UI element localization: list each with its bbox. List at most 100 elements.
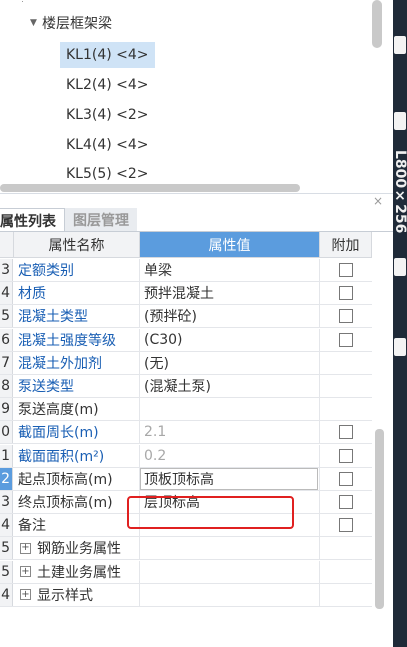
property-name[interactable]: + 显示样式 (14, 583, 140, 606)
row-number: 3 (0, 259, 13, 281)
extra-checkbox[interactable] (339, 286, 353, 301)
property-name-label: 截面周长(m) (18, 425, 99, 442)
extra-checkbox[interactable] (339, 471, 353, 486)
property-vertical-scrollbar[interactable] (375, 429, 384, 609)
property-panel: × 属性列表 图层管理 属性名称 属性值 附加 3 定额类别 单梁 4 材质 预拌混凝土 5… (0, 193, 393, 647)
property-value[interactable]: 顶板顶标高 (140, 467, 320, 490)
property-name-label: 终点顶标高(m) (18, 495, 113, 511)
extra-cell (320, 282, 372, 304)
row-number: 4 (0, 282, 13, 305)
extra-cell (320, 398, 372, 420)
tree-group-label: 楼层框架梁 (42, 16, 112, 32)
property-name[interactable]: + 土建业务属性 (14, 560, 140, 583)
header-property-name: 属性名称 (14, 232, 140, 258)
property-value[interactable]: 0.2 (140, 444, 320, 467)
extra-checkbox[interactable] (339, 263, 353, 277)
property-row[interactable]: 7 混凝土外加剂 (无) (0, 351, 372, 375)
tab-property-list[interactable]: 属性列表 (0, 208, 65, 232)
extra-cell (320, 259, 372, 281)
property-value[interactable] (140, 398, 320, 421)
property-row[interactable]: 4 材质 预拌混凝土 (0, 282, 372, 306)
property-row[interactable]: 5 + 土建业务属性 (0, 560, 372, 584)
extra-cell (320, 584, 372, 606)
property-row[interactable]: 6 混凝土强度等级 (C30) (0, 328, 372, 352)
property-row[interactable]: 0 截面周长(m) 2.1 (0, 421, 372, 445)
caret-down-icon[interactable]: ▼ (30, 18, 42, 28)
tree-item[interactable]: KL3(4) <2> (60, 102, 155, 128)
tree-item[interactable]: KL2(4) <4> (60, 72, 155, 98)
extra-checkbox[interactable] (339, 309, 353, 324)
extra-cell (320, 375, 372, 397)
expand-icon[interactable]: + (20, 542, 31, 554)
extra-cell (320, 561, 372, 583)
extra-cell (320, 421, 372, 443)
property-name: 截面面积(m²) (14, 444, 140, 467)
row-number: 3 (0, 491, 13, 513)
side-toolbar-strip: L800×256 (393, 0, 407, 647)
property-row[interactable]: 9 泵送高度(m) (0, 398, 372, 422)
property-name-label: 混凝土类型 (18, 309, 88, 326)
extra-cell (320, 352, 372, 374)
property-name-label: 混凝土外加剂 (18, 355, 102, 372)
expand-icon[interactable]: + (20, 589, 31, 601)
property-row[interactable]: 5 混凝土类型 (预拌砼) (0, 305, 372, 329)
property-row[interactable]: 4 + 显示样式 (0, 583, 372, 607)
extra-checkbox[interactable] (339, 448, 353, 463)
row-number: 5 (0, 305, 13, 328)
highlight-annotation (127, 496, 294, 529)
tree-item[interactable]: KL4(4) <4> (60, 132, 155, 158)
property-value[interactable] (140, 560, 320, 583)
property-name: 泵送高度(m) (14, 398, 140, 421)
property-name: 备注 (14, 514, 140, 537)
property-name: 材质 (14, 282, 140, 305)
row-number: 5 (0, 560, 13, 583)
side-tab-button[interactable] (394, 36, 406, 54)
side-tab-button[interactable] (394, 112, 406, 130)
extra-cell (320, 491, 372, 513)
extra-cell (320, 445, 372, 467)
property-value[interactable]: 2.1 (140, 421, 320, 444)
tree-group-header[interactable]: ▼ 楼层框架梁 (30, 12, 112, 34)
property-value[interactable] (140, 537, 320, 560)
property-name: 混凝土类型 (14, 305, 140, 328)
extra-cell (320, 514, 372, 536)
property-name-label: 泵送高度(m) (18, 402, 99, 419)
header-extra: 附加 (320, 232, 372, 258)
property-name-label: 钢筋业务属性 (37, 541, 121, 558)
property-name: 起点顶标高(m) (14, 467, 140, 490)
property-value[interactable] (140, 583, 320, 606)
tree-vertical-scrollbar[interactable] (372, 0, 382, 48)
row-number: 0 (0, 421, 13, 444)
row-number: 7 (0, 351, 13, 374)
property-row[interactable]: 5 + 钢筋业务属性 (0, 537, 372, 561)
property-name[interactable]: + 钢筋业务属性 (14, 537, 140, 560)
side-tab-button[interactable] (394, 338, 406, 356)
property-row[interactable]: 8 泵送类型 (混凝土泵) (0, 375, 372, 398)
tab-layer-management[interactable]: 图层管理 (65, 208, 137, 232)
property-value[interactable]: 单梁 (140, 259, 320, 281)
row-number: 6 (0, 328, 13, 351)
side-strip-text: L800×256 (393, 150, 407, 234)
property-value[interactable]: (混凝土泵) (140, 375, 320, 397)
property-value[interactable]: (C30) (140, 328, 320, 351)
property-value[interactable]: 预拌混凝土 (140, 282, 320, 305)
property-row[interactable]: 2 起点顶标高(m) 顶板顶标高 (0, 467, 372, 491)
extra-checkbox[interactable] (339, 425, 353, 440)
property-row[interactable]: 1 截面面积(m²) 0.2 (0, 444, 372, 468)
tree-item[interactable]: KL1(4) <4> (60, 42, 155, 68)
extra-checkbox[interactable] (339, 495, 353, 509)
expand-icon[interactable]: + (20, 566, 31, 578)
close-icon[interactable]: × (373, 194, 383, 208)
extra-checkbox[interactable] (339, 332, 353, 347)
property-name: 定额类别 (14, 259, 140, 281)
side-tab-button[interactable] (394, 258, 406, 276)
tree-horizontal-scrollbar[interactable] (0, 184, 300, 192)
property-value[interactable]: (预拌砼) (140, 305, 320, 328)
component-tree: ▼ 楼层框架梁 KL1(4) <4> KL2(4) <4> KL3(4) <2> KL… (0, 0, 393, 193)
row-number: 4 (0, 583, 13, 606)
extra-checkbox[interactable] (339, 518, 353, 533)
property-name-label: 起点顶标高(m) (18, 471, 113, 488)
property-value[interactable]: (无) (140, 351, 320, 374)
property-row[interactable]: 3 定额类别 单梁 (0, 259, 372, 282)
property-name-label: 显示样式 (37, 587, 93, 604)
